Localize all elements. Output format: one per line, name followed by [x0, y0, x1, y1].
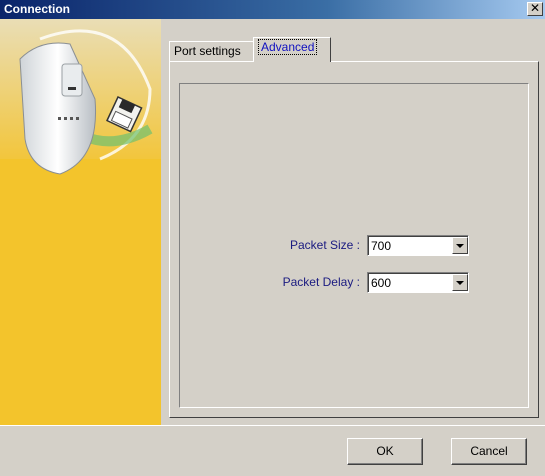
ok-button-label: OK: [376, 444, 394, 458]
ok-button[interactable]: OK: [347, 438, 423, 465]
tab-advanced[interactable]: Advanced: [253, 37, 331, 62]
window-title: Connection: [4, 2, 70, 16]
packet-delay-label: Packet Delay :: [282, 275, 360, 289]
packet-delay-value: 600: [371, 276, 392, 290]
close-button[interactable]: ✕: [527, 2, 543, 16]
cancel-button[interactable]: Cancel: [451, 438, 527, 465]
advanced-tab-page: Packet Size : 700 Packet Delay : 600: [169, 61, 539, 418]
connection-dialog: Connection ✕ Port settings Advanced Pack…: [0, 0, 545, 476]
side-illustration-panel: [0, 19, 161, 425]
chevron-down-icon[interactable]: [452, 237, 468, 254]
packet-size-label: Packet Size :: [289, 238, 360, 252]
cancel-button-label: Cancel: [470, 444, 508, 458]
device-floppy-icon: [0, 19, 161, 425]
packet-size-select[interactable]: 700: [367, 235, 469, 256]
packet-size-value: 700: [371, 239, 392, 253]
chevron-down-icon[interactable]: [452, 274, 468, 291]
packet-delay-select[interactable]: 600: [367, 272, 469, 293]
settings-group: Packet Size : 700 Packet Delay : 600: [179, 83, 529, 408]
button-bar: OK Cancel: [0, 425, 545, 476]
tab-control: Port settings Advanced Packet Size : 700…: [161, 19, 545, 425]
title-bar[interactable]: Connection ✕: [0, 0, 545, 19]
tab-advanced-label: Advanced: [258, 39, 318, 55]
tab-port-settings[interactable]: Port settings: [169, 41, 254, 62]
